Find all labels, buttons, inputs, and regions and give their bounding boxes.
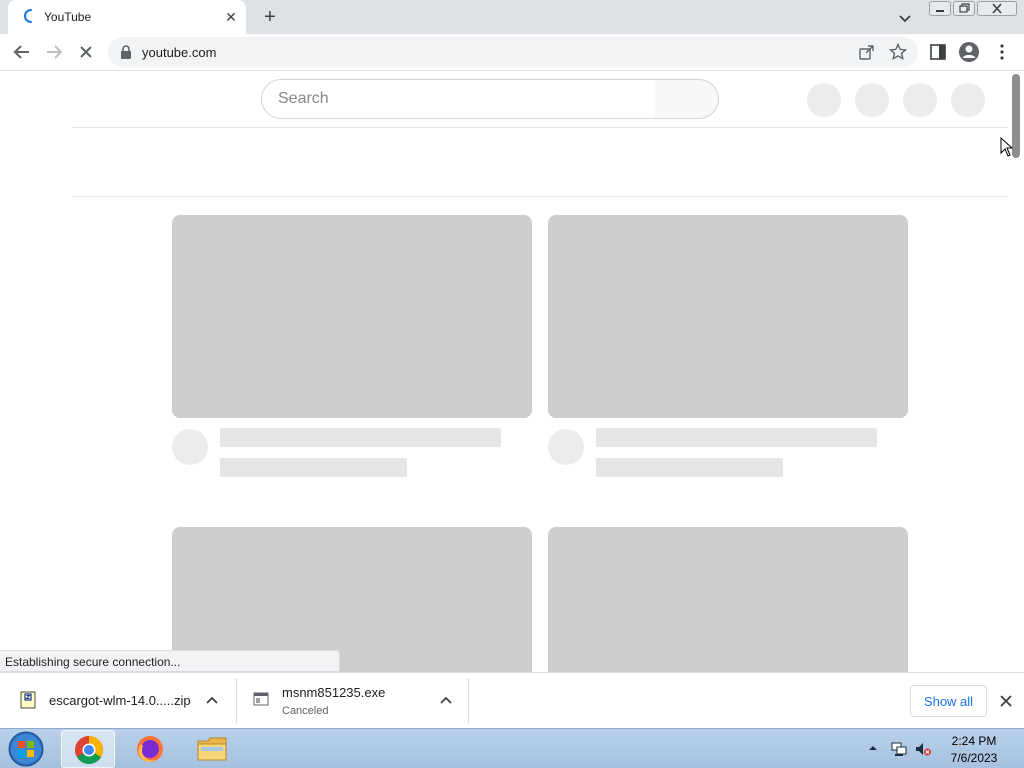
star-icon[interactable] bbox=[889, 43, 907, 61]
chevron-up-icon[interactable] bbox=[866, 741, 880, 755]
download-filename: msnm851235.exe bbox=[282, 685, 386, 700]
channel-avatar-placeholder bbox=[548, 429, 584, 465]
loading-spinner-icon bbox=[24, 9, 32, 23]
header-icon-placeholder[interactable] bbox=[807, 83, 841, 117]
mouse-cursor-icon bbox=[1000, 137, 1014, 157]
download-shelf: escargot-wlm-14.0.....zip msnm851235.exe… bbox=[0, 672, 1024, 728]
channel-avatar-placeholder bbox=[172, 429, 208, 465]
share-icon[interactable] bbox=[858, 43, 876, 61]
download-item[interactable]: msnm851235.exe Canceled bbox=[238, 678, 468, 724]
video-thumbnail-placeholder[interactable] bbox=[548, 527, 908, 672]
lock-icon[interactable] bbox=[120, 45, 132, 59]
tab-title: YouTube bbox=[44, 10, 92, 24]
header-icon-placeholder[interactable] bbox=[855, 83, 889, 117]
avatar-placeholder[interactable] bbox=[951, 83, 985, 117]
taskbar: 2:24 PM 7/6/2023 bbox=[0, 728, 1024, 768]
kebab-menu-icon[interactable] bbox=[989, 39, 1015, 65]
forward-arrow-icon[interactable] bbox=[41, 39, 67, 65]
search-input[interactable] bbox=[263, 81, 643, 117]
chevron-up-icon[interactable] bbox=[204, 693, 220, 709]
chevron-up-icon[interactable] bbox=[438, 693, 454, 709]
stop-loading-icon[interactable] bbox=[73, 39, 99, 65]
chips-divider bbox=[72, 196, 1008, 197]
video-meta-placeholder bbox=[220, 458, 407, 477]
taskbar-file-explorer[interactable] bbox=[185, 730, 239, 768]
zip-file-icon bbox=[20, 691, 36, 709]
address-bar[interactable]: youtube.com bbox=[108, 37, 918, 67]
restore-icon[interactable] bbox=[953, 1, 975, 16]
minimize-icon[interactable] bbox=[929, 1, 951, 16]
tab-youtube[interactable]: YouTube ✕ bbox=[8, 0, 246, 34]
video-title-placeholder bbox=[596, 428, 877, 447]
url-text: youtube.com bbox=[142, 45, 217, 60]
browser-toolbar: youtube.com bbox=[0, 34, 1024, 71]
taskbar-chrome[interactable] bbox=[61, 730, 115, 768]
exe-file-icon bbox=[253, 692, 269, 706]
chrome-icon bbox=[75, 736, 103, 764]
video-thumbnail-placeholder[interactable] bbox=[172, 215, 532, 418]
back-arrow-icon[interactable] bbox=[9, 39, 35, 65]
download-separator bbox=[236, 678, 237, 724]
video-thumbnail-placeholder[interactable] bbox=[548, 215, 908, 418]
firefox-icon bbox=[137, 736, 163, 762]
clock-date[interactable]: 7/6/2023 bbox=[940, 751, 1008, 765]
file-explorer-icon bbox=[197, 737, 227, 761]
download-item[interactable]: escargot-wlm-14.0.....zip bbox=[8, 678, 236, 724]
network-icon[interactable] bbox=[890, 741, 908, 757]
download-status: Canceled bbox=[282, 705, 329, 717]
close-icon[interactable]: ✕ bbox=[222, 8, 240, 26]
side-panel-icon[interactable] bbox=[925, 39, 951, 65]
taskbar-firefox[interactable] bbox=[123, 730, 177, 768]
search-button[interactable] bbox=[655, 79, 719, 119]
clock-time[interactable]: 2:24 PM bbox=[940, 734, 1008, 748]
video-title-placeholder bbox=[220, 428, 501, 447]
chevron-down-icon[interactable] bbox=[894, 7, 916, 29]
status-bubble: Establishing secure connection... bbox=[0, 650, 340, 672]
header-divider bbox=[72, 127, 1008, 128]
plus-icon[interactable]: + bbox=[258, 5, 282, 29]
close-icon[interactable] bbox=[996, 691, 1016, 711]
close-window-icon[interactable] bbox=[977, 1, 1017, 16]
search-box[interactable] bbox=[261, 79, 657, 119]
profile-icon[interactable] bbox=[956, 39, 982, 65]
header-icon-placeholder[interactable] bbox=[903, 83, 937, 117]
page-content bbox=[0, 72, 1024, 672]
video-meta-placeholder bbox=[596, 458, 783, 477]
start-button[interactable] bbox=[4, 730, 48, 768]
show-all-button[interactable]: Show all bbox=[910, 685, 987, 717]
screen: YouTube ✕ + youtube.com Search Establish… bbox=[0, 0, 1024, 768]
download-separator bbox=[468, 678, 469, 724]
download-filename: escargot-wlm-14.0.....zip bbox=[49, 693, 191, 708]
volume-muted-icon[interactable] bbox=[914, 741, 932, 757]
tab-strip: YouTube ✕ + bbox=[0, 0, 1024, 34]
